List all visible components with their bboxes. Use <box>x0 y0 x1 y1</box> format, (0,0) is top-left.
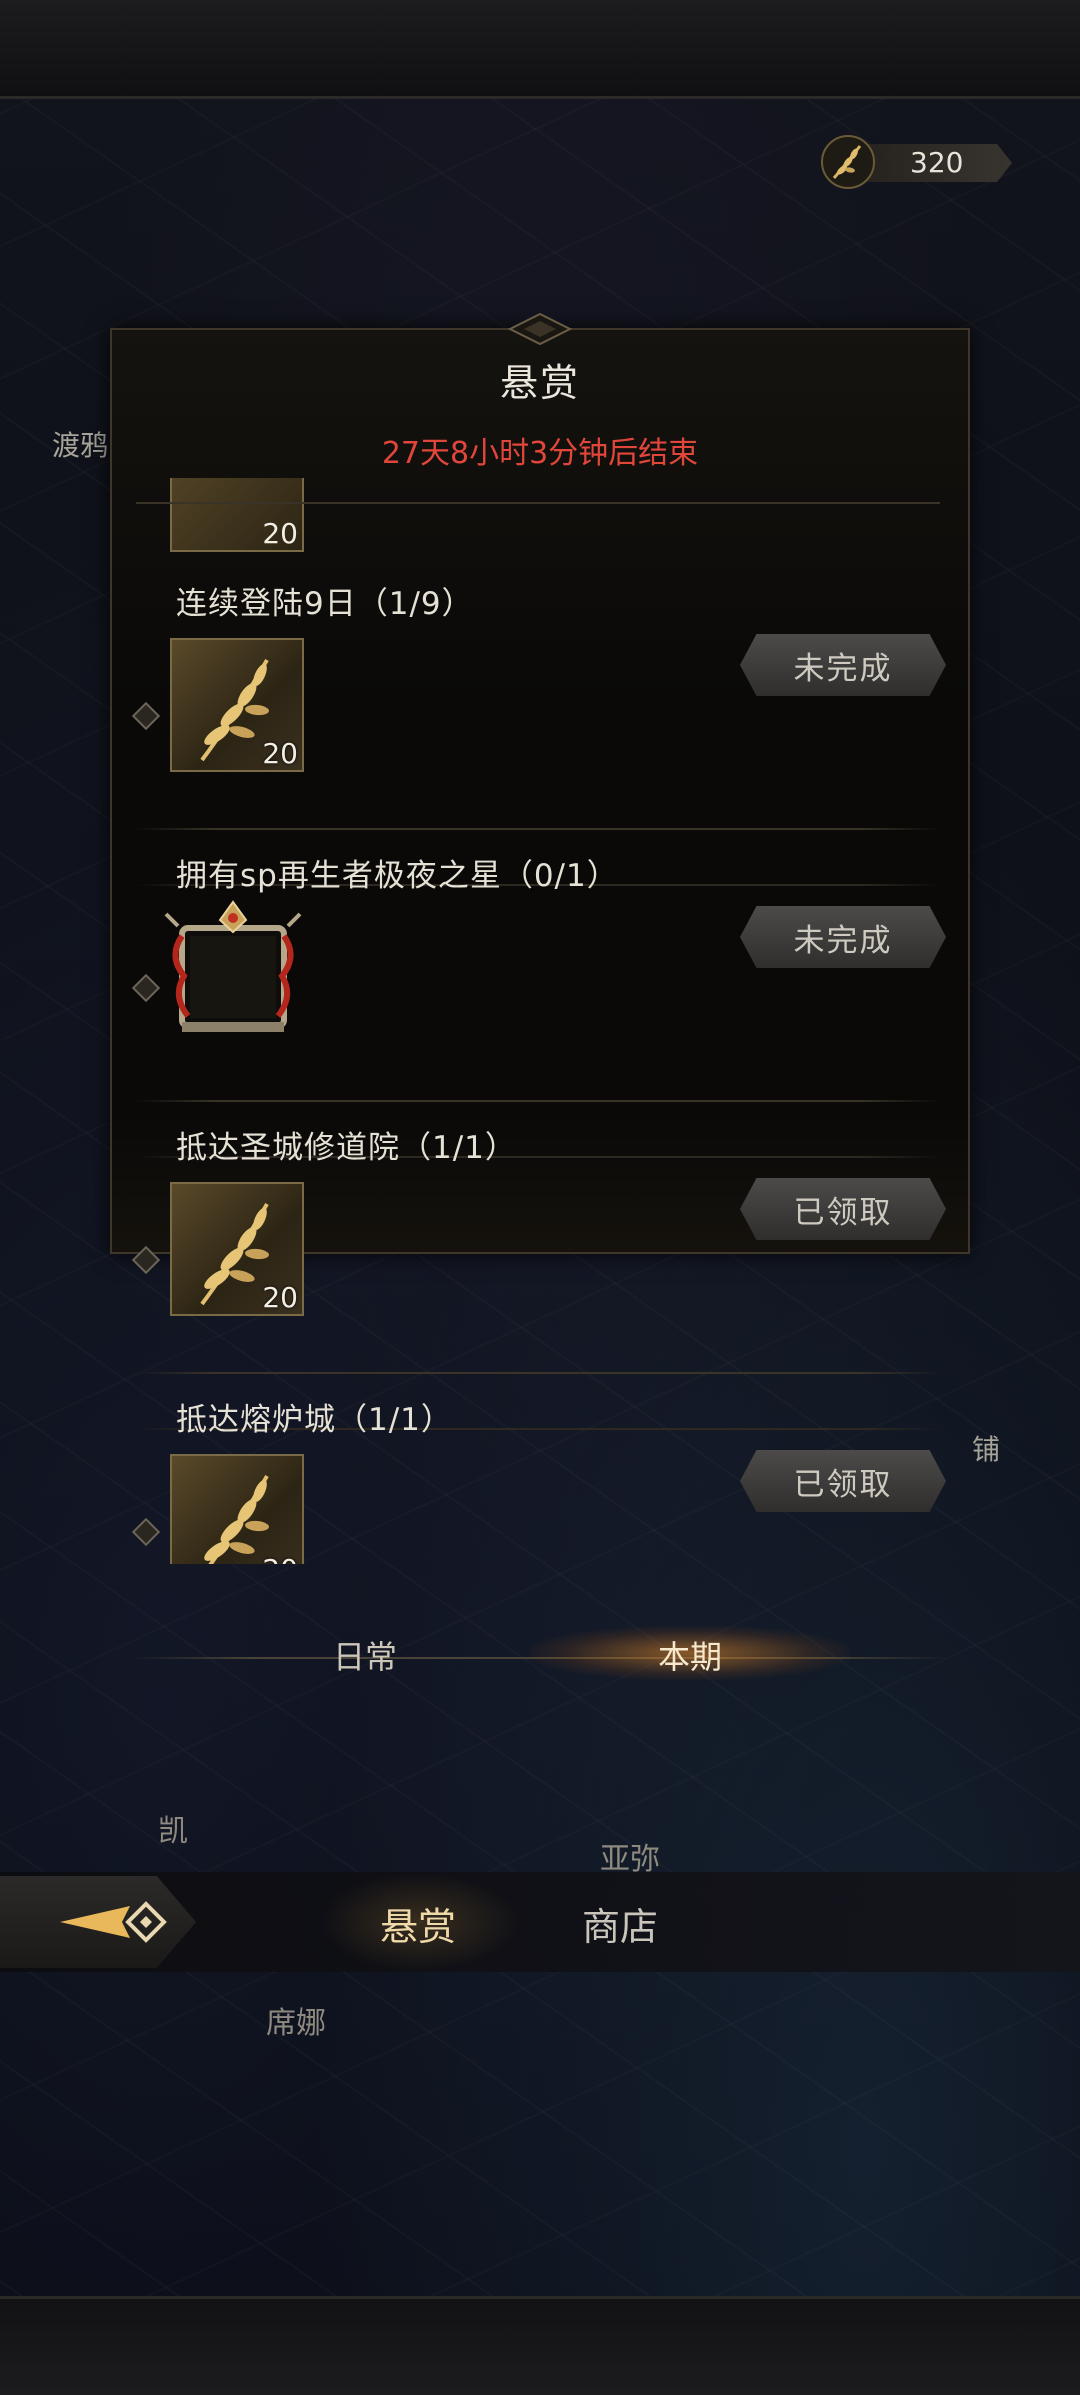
task-row: 抵达圣城修道院（1/1） 20 已领取 <box>110 1122 966 1430</box>
status-button[interactable]: 已领取 <box>740 1178 946 1240</box>
status-button[interactable]: 未完成 <box>740 906 946 968</box>
tab-daily[interactable]: 日常 <box>310 1632 420 1678</box>
panel-ornament-icon <box>507 312 573 346</box>
task-name: 连续登陆9日（1/9） <box>176 586 474 622</box>
nav-tab-bounty[interactable]: 悬赏 <box>380 1896 456 1951</box>
divider <box>136 1372 940 1374</box>
reward-item[interactable] <box>158 896 308 1046</box>
partial-reward-count: 20 <box>262 517 298 550</box>
bullet-diamond-icon <box>131 1517 161 1547</box>
currency-display: 320 <box>820 134 1026 190</box>
top-frame <box>0 0 1080 99</box>
partial-reward-item: 20 <box>170 478 304 552</box>
task-row: 连续登陆9日（1/9） 20 未完成 <box>110 578 966 886</box>
status-button[interactable]: 已领取 <box>740 1450 946 1512</box>
reward-item[interactable]: 20 <box>170 1182 304 1316</box>
laurel-leaf-icon <box>204 1474 269 1564</box>
back-button[interactable] <box>0 1876 196 1968</box>
reward-item[interactable]: 20 <box>170 638 304 772</box>
panel-title: 悬赏 <box>499 361 580 405</box>
task-list[interactable]: 20 连续登陆9日（1/9） 20 未完成 拥有sp再生者极夜之星（0/1） 未… <box>110 478 966 1564</box>
bullet-diamond-icon <box>131 1245 161 1275</box>
tab-current-label: 本期 <box>657 1638 722 1676</box>
divider <box>136 502 940 504</box>
reward-count: 20 <box>262 1553 298 1564</box>
right-side-tag[interactable]: 铺 <box>972 1428 1000 1468</box>
laurel-leaf-icon <box>821 135 875 189</box>
divider <box>136 1100 940 1102</box>
reward-count: 20 <box>262 737 298 770</box>
tab-current-period[interactable]: 本期 <box>530 1626 850 1680</box>
task-row: 抵达熔炉城（1/1） 20 已领取 <box>110 1394 966 1564</box>
divider <box>136 828 940 830</box>
ornate-frame-icon <box>164 900 302 1032</box>
npc-label-kai[interactable]: 凯 <box>158 1806 188 1850</box>
bullet-diamond-icon <box>131 701 161 731</box>
bounty-timer: 27天8小时3分钟后结束 <box>381 436 699 471</box>
currency-value: 320 <box>910 146 964 179</box>
period-tabs: 日常 本期 <box>130 1626 950 1688</box>
back-arrow-icon <box>60 1901 167 1943</box>
npc-label-xina[interactable]: 席娜 <box>266 1998 326 2042</box>
task-name: 抵达熔炉城（1/1） <box>176 1402 453 1438</box>
bullet-diamond-icon <box>131 973 161 1003</box>
task-name: 抵达圣城修道院（1/1） <box>176 1130 517 1166</box>
reward-item[interactable]: 20 <box>170 1454 304 1564</box>
nav-tab-shop[interactable]: 商店 <box>582 1896 658 1951</box>
task-row: 拥有sp再生者极夜之星（0/1） 未完成 <box>110 850 966 1158</box>
task-name: 拥有sp再生者极夜之星（0/1） <box>176 858 619 894</box>
bottom-frame <box>0 2296 1080 2395</box>
status-button[interactable]: 未完成 <box>740 634 946 696</box>
reward-count: 20 <box>262 1281 298 1314</box>
